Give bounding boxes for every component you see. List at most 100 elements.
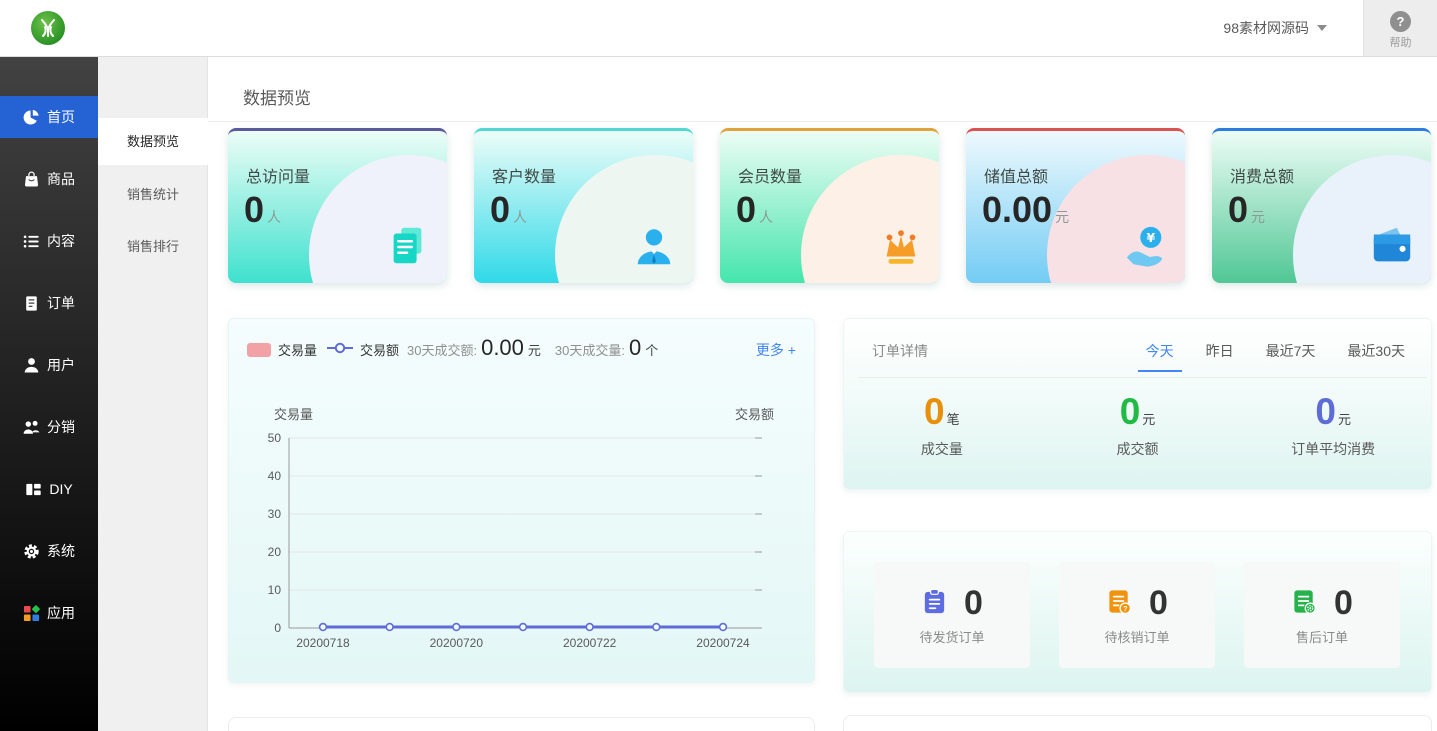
pie-chart-icon	[23, 109, 40, 126]
sidebar-item-label: 系统	[47, 541, 75, 561]
subsidebar-item-data-preview[interactable]: 数据预览	[98, 118, 208, 165]
order-box-value: 0	[1334, 584, 1353, 623]
card-value-number: 0	[490, 189, 510, 230]
top-bar: 98素材网源码 ? 帮助	[0, 0, 1437, 57]
stat-card-customer-count: 客户数量0人	[474, 128, 693, 283]
stat-cards-row: 总访问量0人客户数量0人会员数量0人储值总额0.00元¥消费总额0元	[228, 128, 1431, 283]
summary-unit: 个	[645, 340, 658, 359]
card-label: 客户数量	[492, 163, 556, 187]
sidebar-item-home[interactable]: 首页	[0, 96, 98, 138]
primary-sidebar: 首页商品内容订单用户分销 DIY 系统应用	[0, 57, 98, 731]
card-label: 会员数量	[738, 163, 802, 187]
order-boxes-panel: 0待发货订单?0待核销订单0售后订单	[843, 531, 1432, 693]
next-panel-stub	[843, 715, 1432, 731]
sidebar-item-user[interactable]: 用户	[0, 344, 98, 386]
order-box-label: 待核销订单	[1059, 627, 1215, 646]
order-stat-label: 订单平均消费	[1235, 439, 1431, 459]
users-icon	[23, 419, 40, 436]
svg-text:10: 10	[268, 583, 282, 597]
order-detail-stats: 0笔成交量0元成交额0元订单平均消费	[844, 391, 1431, 459]
sidebar-item-label: 内容	[47, 231, 75, 251]
sidebar-item-distribution[interactable]: 分销	[0, 406, 98, 448]
sidebar-item-label: 用户	[47, 355, 75, 375]
user-icon	[23, 357, 40, 374]
app-logo-icon[interactable]	[30, 10, 66, 46]
legend-item[interactable]: 交易量	[247, 340, 317, 359]
sidebar-item-order[interactable]: 订单	[0, 282, 98, 324]
sidebar-item-goods[interactable]: 商品	[0, 158, 98, 200]
summary-item: 30天成交额:0.00元	[407, 335, 541, 361]
help-button[interactable]: ? 帮助	[1363, 0, 1437, 56]
legend-item[interactable]: 交易额	[327, 340, 399, 359]
page-title: 数据预览	[243, 84, 311, 109]
stat-card-member-count: 会员数量0人	[720, 128, 939, 283]
order-tab-yesterday[interactable]: 昨日	[1206, 341, 1234, 361]
order-stat-unit: 笔	[947, 412, 960, 427]
apps-icon	[23, 605, 40, 622]
order-box-after-sale[interactable]: 0售后订单	[1244, 562, 1400, 668]
summary-unit: 元	[528, 340, 541, 359]
divider	[858, 377, 1427, 378]
summary-label: 30天成交量:	[555, 340, 625, 359]
order-stat: 0元成交额	[1040, 391, 1236, 459]
order-stat-label: 成交额	[1040, 439, 1236, 459]
order-box-pending-verify[interactable]: ?0待核销订单	[1059, 562, 1215, 668]
order-box-pending-delivery[interactable]: 0待发货订单	[874, 562, 1030, 668]
subsidebar-item-sales-ranking[interactable]: 销售排行	[98, 223, 208, 270]
order-stat-label: 成交量	[844, 439, 1040, 459]
sidebar-item-system[interactable]: 系统	[0, 530, 98, 572]
card-value: 0人	[490, 189, 527, 231]
trade-chart-panel: 交易量交易额 30天成交额:0.00元30天成交量:0个 更多 + 交易量交易额…	[228, 318, 815, 683]
trade-summary: 30天成交额:0.00元 30天成交量:0个	[407, 335, 658, 361]
legend-label: 交易额	[360, 340, 399, 359]
file-doc-icon	[385, 223, 431, 269]
sidebar-item-diy[interactable]: DIY	[0, 468, 98, 510]
legend-line-marker	[327, 342, 353, 357]
order-stat: 0元订单平均消费	[1235, 391, 1431, 459]
question-icon: ?	[1390, 11, 1411, 32]
card-value: 0.00元	[982, 189, 1069, 231]
card-value-unit: 人	[759, 209, 773, 225]
order-stat-unit: 元	[1142, 412, 1155, 427]
sidebar-item-label: 商品	[47, 169, 75, 189]
summary-value: 0.00	[481, 335, 524, 361]
order-tab-today[interactable]: 今天	[1146, 341, 1174, 361]
help-label: 帮助	[1364, 34, 1437, 50]
order-stat-number: 0	[1120, 391, 1141, 432]
stat-card-consumption: 消费总额0元	[1212, 128, 1431, 283]
svg-text:交易额: 交易额	[735, 407, 774, 422]
layout-icon	[25, 481, 42, 498]
wallet-icon	[1369, 223, 1415, 269]
order-detail-title: 订单详情	[872, 341, 928, 361]
card-value-number: 0	[1228, 189, 1248, 230]
order-tab-last7[interactable]: 最近7天	[1266, 341, 1316, 361]
summary-label: 30天成交额:	[407, 340, 477, 359]
svg-text:20200724: 20200724	[696, 636, 750, 650]
secondary-sidebar: 数据预览销售统计销售排行	[98, 57, 208, 731]
card-value-number: 0	[244, 189, 264, 230]
trade-chart-header: 交易量 交易额 30天成交额:0.00元 30天成交量:0个 更多 +	[229, 319, 814, 377]
more-link[interactable]: 更多 +	[756, 340, 796, 360]
svg-text:30: 30	[268, 507, 282, 521]
card-label: 总访问量	[246, 163, 310, 187]
sidebar-item-label: 应用	[47, 603, 75, 623]
divider	[208, 121, 1437, 122]
order-box-label: 待发货订单	[874, 627, 1030, 646]
account-name: 98素材网源码	[1223, 18, 1309, 38]
sidebar-item-label: 订单	[47, 293, 75, 313]
sidebar-item-apps[interactable]: 应用	[0, 592, 98, 634]
card-value: 0人	[736, 189, 773, 231]
legend-label: 交易量	[278, 340, 317, 359]
subsidebar-item-sales-stats[interactable]: 销售统计	[98, 171, 208, 218]
main-content: 数据预览 总访问量0人客户数量0人会员数量0人储值总额0.00元¥消费总额0元 …	[208, 57, 1437, 731]
sidebar-item-content[interactable]: 内容	[0, 220, 98, 262]
order-stat-number: 0	[1315, 391, 1336, 432]
svg-text:20200718: 20200718	[296, 636, 350, 650]
order-boxes-row: 0待发货订单?0待核销订单0售后订单	[874, 562, 1400, 668]
order-tab-last30[interactable]: 最近30天	[1347, 341, 1405, 361]
summary-value: 0	[629, 335, 641, 361]
card-value: 0人	[244, 189, 281, 231]
crown-icon	[877, 223, 923, 269]
account-dropdown[interactable]: 98素材网源码	[1223, 0, 1327, 56]
card-value-unit: 人	[513, 209, 527, 225]
